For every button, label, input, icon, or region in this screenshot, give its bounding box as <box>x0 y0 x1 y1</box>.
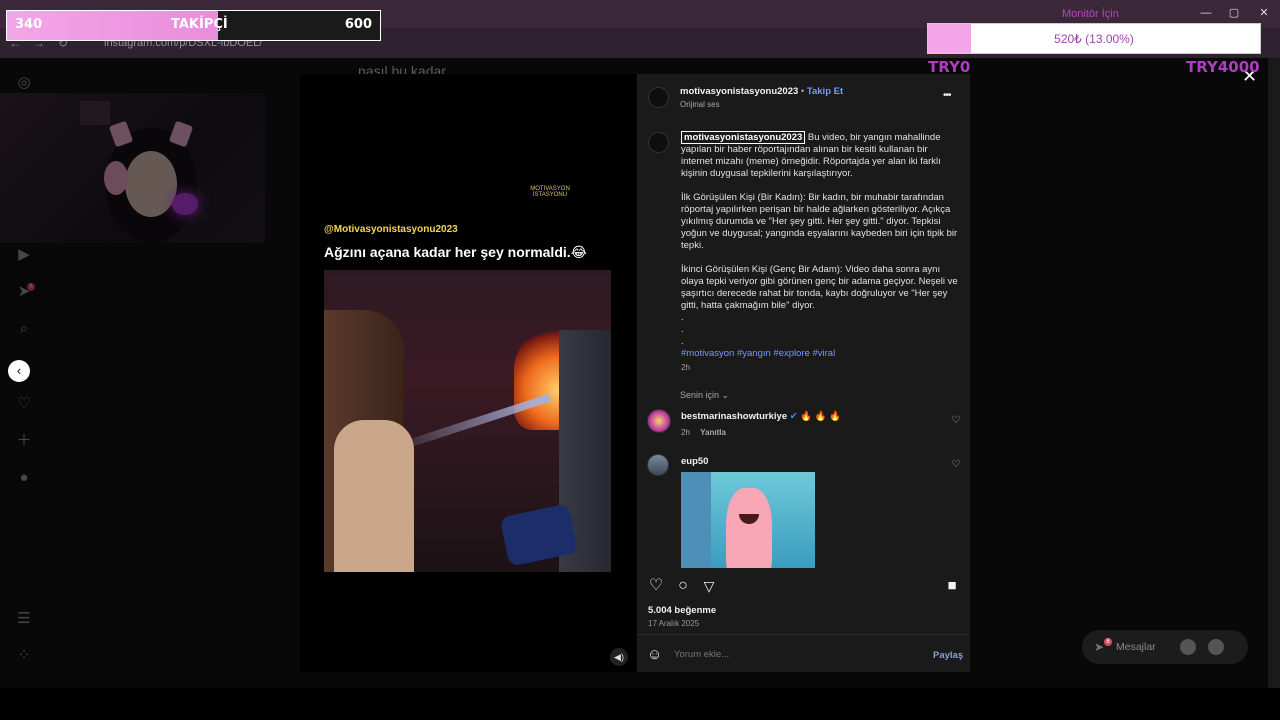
author-username[interactable]: motivasyonistasyonu2023 <box>680 86 798 97</box>
hashtags[interactable]: #motivasyon #yangın #explore #viral <box>681 348 961 360</box>
avatar <box>1180 639 1196 655</box>
comment-username[interactable]: bestmarinashowturkiye <box>681 411 787 422</box>
desc-dot-1: . <box>681 312 684 323</box>
emoji-icon[interactable]: ☺ <box>647 646 662 663</box>
follower-goal-bar: 340 TAKİPÇİ 600 <box>6 10 381 41</box>
like-count[interactable]: 5.004 beğenme <box>648 605 716 616</box>
follow-button[interactable]: Takip Et <box>807 86 843 97</box>
caption-username[interactable]: motivasyonistasyonu2023 <box>681 131 806 144</box>
desc-paragraph-3: İkinci Görüşülen Kişi (Genç Bir Adam): V… <box>681 264 958 311</box>
avatar <box>1208 639 1224 655</box>
video-clip <box>324 270 611 572</box>
bookmark-icon[interactable]: ■ <box>943 577 961 595</box>
messages-label: Mesajlar <box>1116 641 1156 653</box>
screen: ← → ↻ instagram.com/p/DSXL-lbDOEL/ — ▢ ✕… <box>0 0 1280 720</box>
comment-like-icon[interactable]: ♡ <box>951 416 961 426</box>
messages-pill[interactable]: ➤ 6 Mesajlar <box>1082 630 1248 664</box>
prev-post-button[interactable]: ‹ <box>8 360 30 382</box>
audio-label[interactable]: Orijinal ses <box>680 100 720 109</box>
comment-input[interactable] <box>674 649 914 660</box>
comment-meta: 2h Yanıtla <box>681 428 726 437</box>
post-description: motivasyonistasyonu2023 Bu video, bir ya… <box>681 131 961 374</box>
divider <box>637 634 970 635</box>
mute-button[interactable]: ◀) <box>610 648 628 666</box>
comment-text: 🔥 🔥 🔥 <box>800 411 842 422</box>
share-icon[interactable]: ▽ <box>700 577 718 595</box>
follower-current: 340 <box>15 17 43 32</box>
donation-goal-title: Monitör İçin <box>1062 8 1119 20</box>
post-panel: motivasyonistasyonu2023 • Takip Et Oriji… <box>637 74 970 672</box>
video-logo: MOTIVASYON İSTASYONU <box>530 186 570 198</box>
follower-target: 600 <box>344 17 372 32</box>
post-comment-button[interactable]: Paylaş <box>933 650 963 661</box>
comment-like-icon[interactable]: ♡ <box>951 460 961 470</box>
author-row: motivasyonistasyonu2023 • Takip Et <box>680 86 843 97</box>
caption-avatar[interactable] <box>648 132 669 153</box>
gif-character <box>726 488 772 568</box>
post-time[interactable]: 2h <box>681 362 961 374</box>
comment-username[interactable]: eup50 <box>681 456 708 467</box>
maximize-button[interactable]: ▢ <box>1224 6 1244 20</box>
donation-max: TRY4000 <box>1186 58 1260 76</box>
comment-icon[interactable]: ○ <box>674 577 692 595</box>
desc-paragraph-2: İlk Görüşülen Kişi (Bir Kadın): Bir kadı… <box>681 192 958 251</box>
chevron-down-icon: ⌄ <box>721 390 730 400</box>
video-caption: Ağzını açana kadar her şey normaldi.😂 <box>324 244 588 260</box>
verified-icon: ✔ <box>789 411 798 422</box>
commenter-avatar[interactable] <box>647 454 669 476</box>
donation-min: TRY0 <box>928 58 971 76</box>
comment-gif[interactable] <box>681 472 815 568</box>
comment-1: bestmarinashowturkiye ✔ 🔥 🔥 🔥 <box>681 411 841 422</box>
comment-time: 2h <box>681 428 690 437</box>
desc-dot-3: . <box>681 336 684 347</box>
minimize-button[interactable]: — <box>1196 6 1216 20</box>
donation-goal-bar: 520₺ (13.00%) <box>927 23 1261 54</box>
commenter-avatar[interactable] <box>647 409 671 433</box>
reply-button[interactable]: Yanıtla <box>700 428 726 437</box>
send-icon: ➤ <box>1094 640 1105 654</box>
follower-label: TAKİPÇİ <box>171 17 228 32</box>
desc-dot-2: . <box>681 324 684 335</box>
author-avatar[interactable] <box>648 87 669 108</box>
messages-badge: 6 <box>1104 638 1112 646</box>
donation-amount: 520₺ (13.00%) <box>1054 32 1134 46</box>
video-handle: @Motivasyonistasyonu2023 <box>324 224 458 235</box>
taskbar <box>0 688 1280 720</box>
woman-clothing <box>334 420 414 572</box>
post-date: 17 Aralık 2025 <box>648 619 700 628</box>
scrollbar[interactable] <box>1268 58 1280 688</box>
action-row: ♡ ○ ▽ ■ <box>647 577 963 597</box>
close-window-button[interactable]: ✕ <box>1254 6 1274 20</box>
more-options-icon[interactable]: ••• <box>943 90 951 101</box>
comment-filter-label: Senin için <box>680 390 720 400</box>
comment-filter[interactable]: Senin için ⌄ <box>680 390 729 401</box>
like-icon[interactable]: ♡ <box>647 577 665 595</box>
gif-wall-left <box>681 472 711 568</box>
post-video[interactable]: MOTIVASYON İSTASYONU @Motivasyonistasyon… <box>300 74 636 672</box>
